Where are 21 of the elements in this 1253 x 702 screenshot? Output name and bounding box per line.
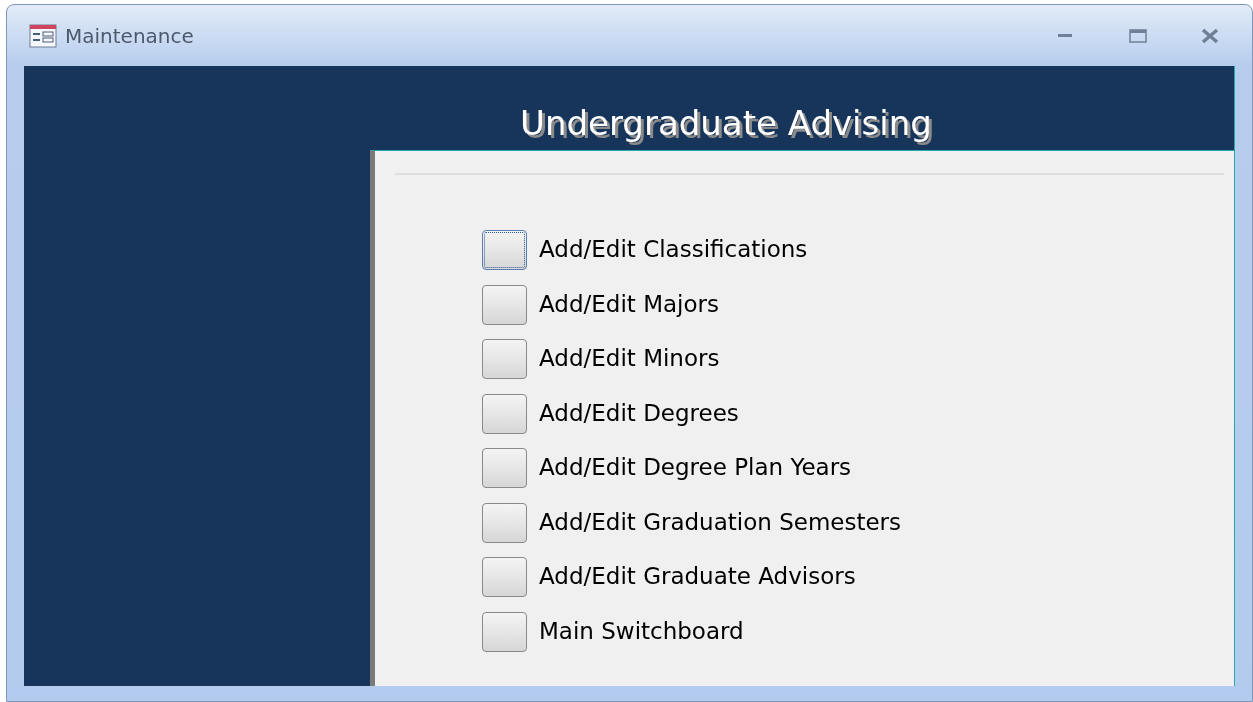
form-heading: Undergraduate Advising — [520, 104, 932, 142]
button-label: Add/Edit Majors — [539, 290, 719, 319]
switchboard-button[interactable] — [482, 230, 527, 270]
switchboard-button[interactable] — [482, 502, 527, 543]
button-label: Add/Edit Degrees — [539, 399, 739, 428]
close-icon[interactable] — [1201, 27, 1219, 44]
switchboard-button[interactable] — [482, 393, 527, 434]
switchboard-button[interactable] — [482, 557, 527, 597]
switchboard-button[interactable] — [482, 284, 527, 325]
button-label: Add/Edit Graduate Advisors — [539, 563, 856, 591]
button-label: Add/Edit Graduation Semesters — [539, 508, 902, 537]
button-label: Main Switchboard — [539, 617, 744, 646]
button-label: Add/Edit Classifications — [539, 236, 808, 264]
button-label: Add/Edit Degree Plan Years — [539, 454, 852, 482]
form-icon — [29, 23, 57, 48]
switchboard-button[interactable] — [482, 611, 527, 652]
switchboard-button[interactable] — [482, 339, 527, 379]
window-title: Maintenance — [65, 22, 194, 50]
maximize-icon[interactable] — [1129, 28, 1147, 43]
switchboard-button[interactable] — [482, 448, 527, 488]
button-label: Add/Edit Minors — [539, 345, 720, 373]
